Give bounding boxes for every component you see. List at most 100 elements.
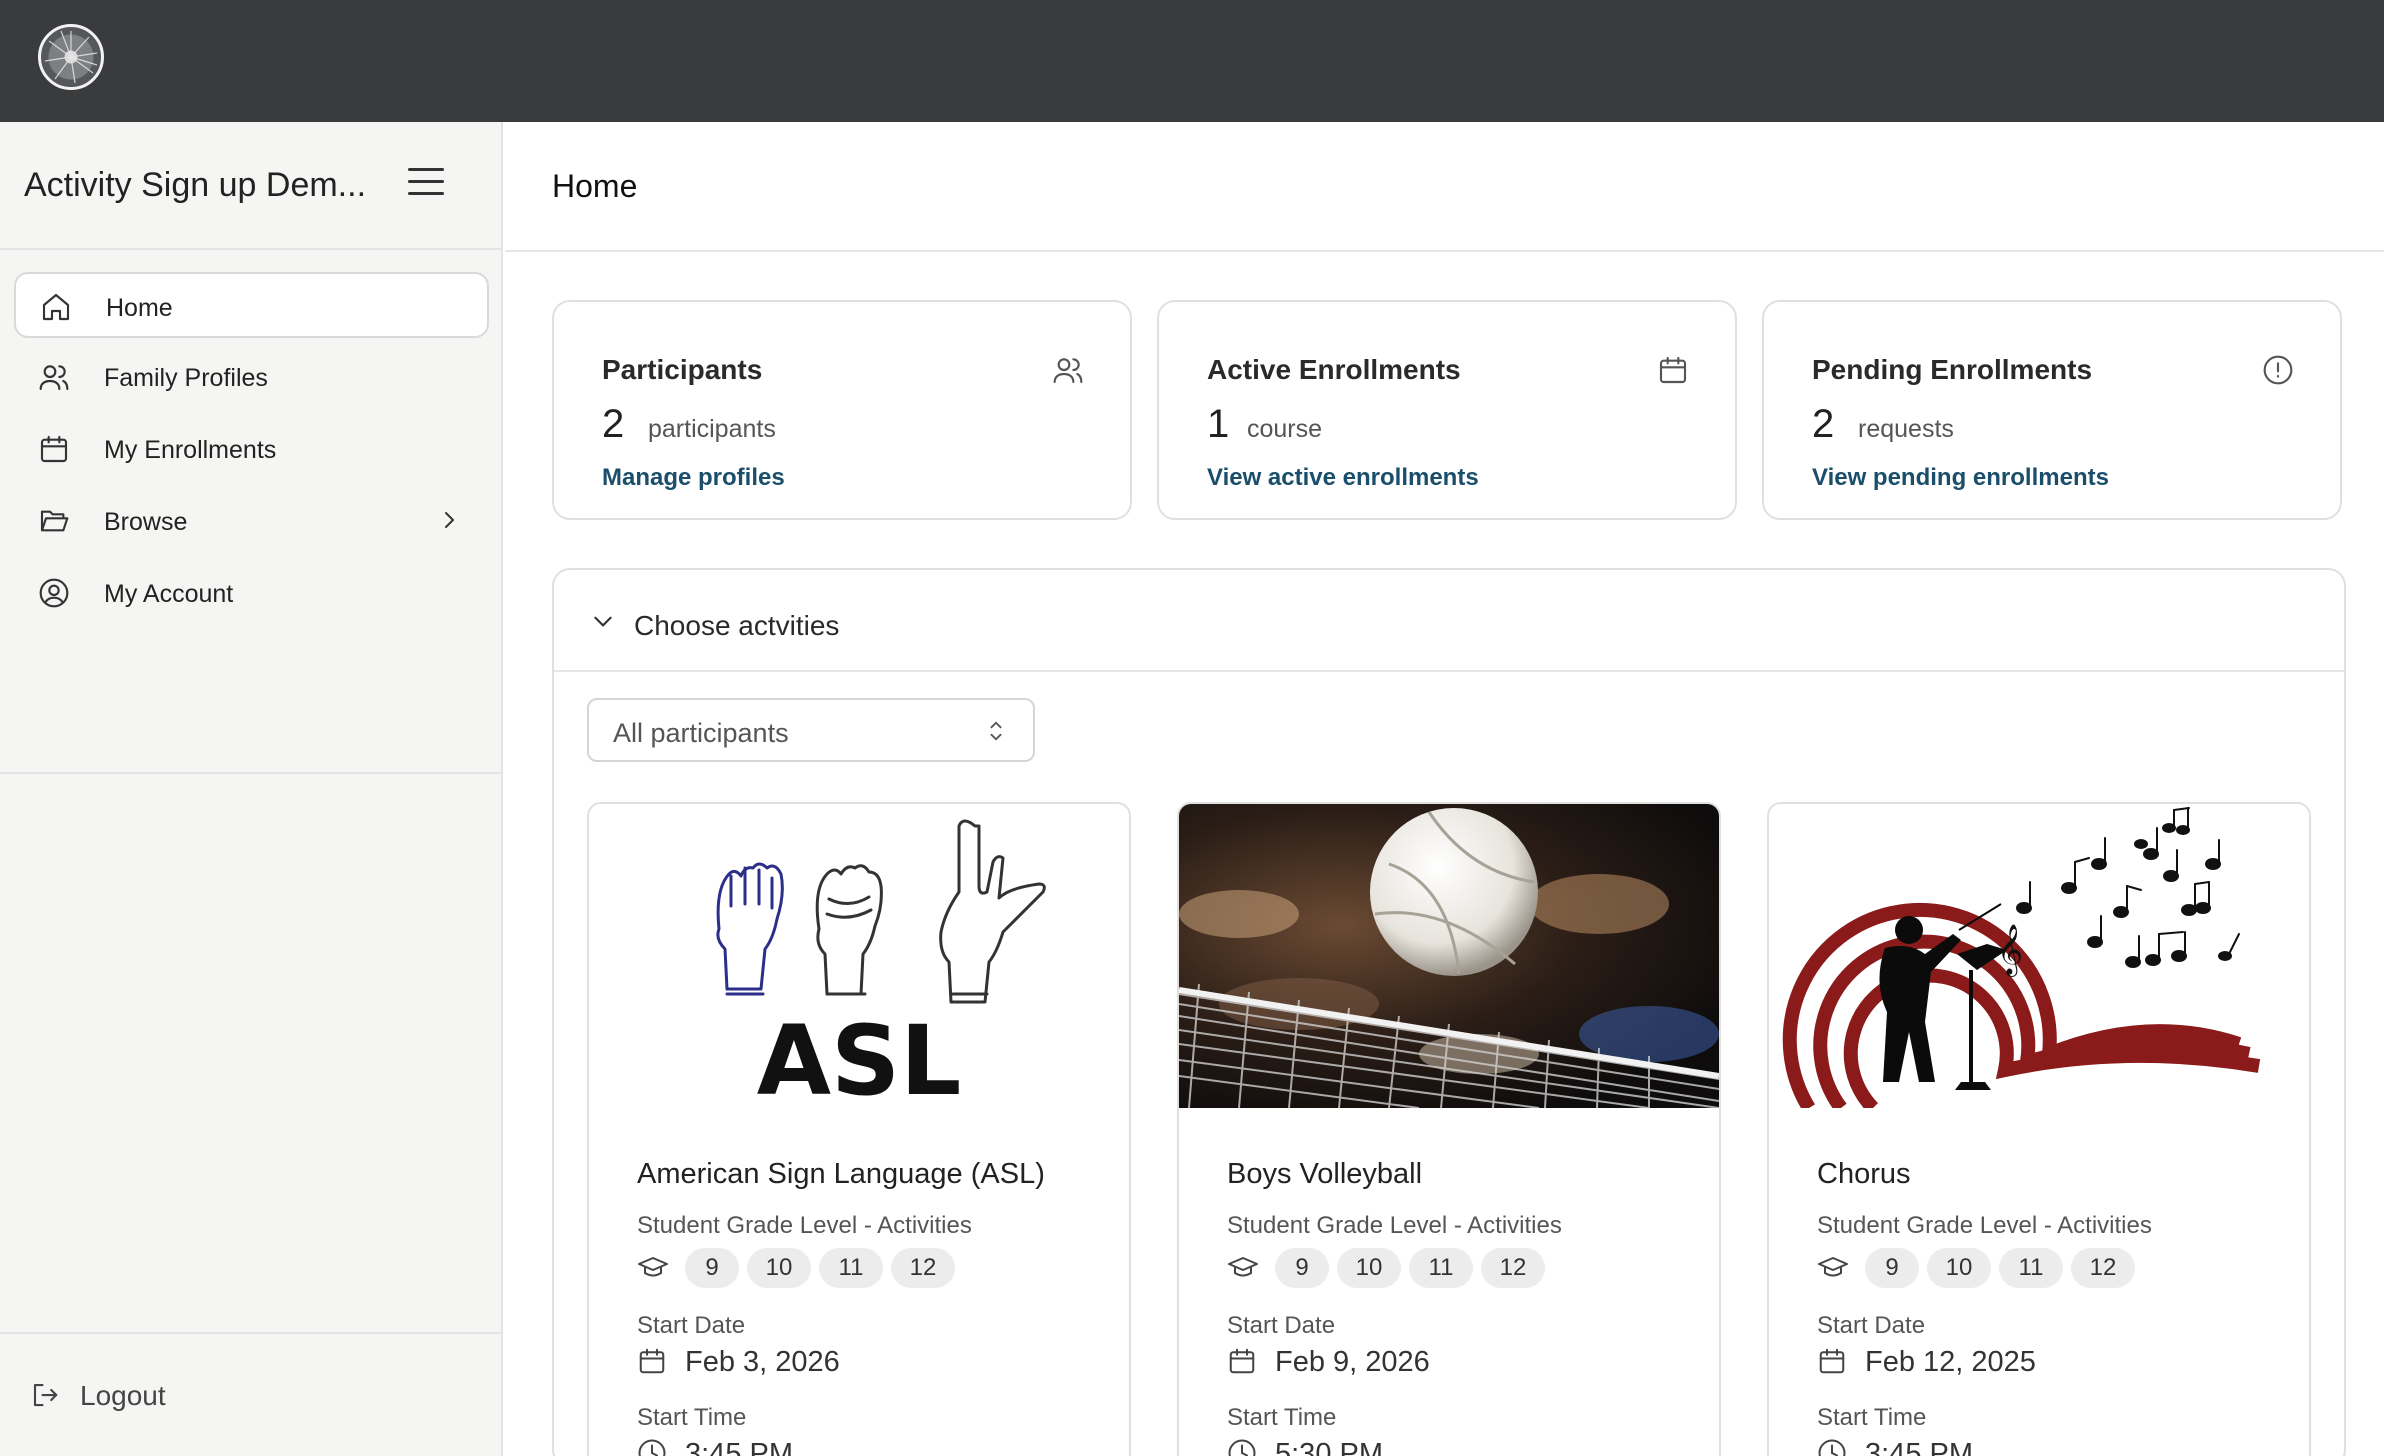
hamburger-line — [408, 168, 444, 171]
sidebar-item-label: My Account — [104, 580, 234, 608]
stat-title: Active Enrollments — [1207, 354, 1461, 385]
activities-panel-title: Choose actvities — [634, 610, 840, 641]
activities-panel: Choose actvities All participants ASL Am… — [552, 568, 2346, 1456]
participant-filter-select[interactable]: All participants — [587, 698, 1035, 762]
start-time-label: Start Time — [1227, 1404, 1337, 1431]
start-time-value: 3:45 PM — [1865, 1438, 1973, 1456]
start-time-label: Start Time — [1817, 1404, 1927, 1431]
activity-card-boys-volleyball[interactable]: Boys Volleyball Student Grade Level - Ac… — [1177, 802, 1721, 1456]
grade-pill: 9 — [1865, 1248, 1919, 1288]
logout-label: Logout — [80, 1380, 166, 1411]
grade-pill: 12 — [891, 1248, 955, 1288]
grade-pill: 10 — [747, 1248, 811, 1288]
grade-pill: 12 — [1481, 1248, 1545, 1288]
app-title: Activity Sign up Dem... — [24, 166, 367, 204]
view-active-enrollments-link[interactable]: View active enrollments — [1207, 464, 1479, 492]
app-logo[interactable] — [38, 24, 104, 90]
pending-enrollments-card: Pending Enrollments 2 requests View pend… — [1762, 300, 2342, 520]
page-header: Home — [505, 122, 2384, 252]
home-icon — [42, 293, 70, 321]
activity-card-asl[interactable]: ASL American Sign Language (ASL) Student… — [587, 802, 1131, 1456]
clock-icon — [638, 1439, 666, 1456]
chevron-down-icon — [594, 616, 612, 627]
stat-count: 1 — [1207, 402, 1230, 446]
grade-pill: 10 — [1337, 1248, 1401, 1288]
activity-name: Chorus — [1817, 1158, 1911, 1190]
grade-level-label: Student Grade Level - Activities — [1227, 1212, 1562, 1239]
hamburger-line — [408, 180, 444, 183]
sidebar-nav: Home Family Profiles My Enrollments Brow… — [0, 272, 503, 632]
clock-icon — [1228, 1439, 1256, 1456]
sidebar-header: Activity Sign up Dem... — [0, 122, 501, 250]
asl-image: ASL — [589, 804, 1129, 1108]
start-date-label: Start Date — [637, 1312, 746, 1339]
activity-name: American Sign Language (ASL) — [637, 1158, 1045, 1190]
chevron-right-icon — [445, 512, 455, 528]
sidebar-item-label: Home — [106, 294, 173, 322]
sidebar-item-label: Browse — [104, 508, 188, 536]
start-time-value: 5:30 PM — [1275, 1438, 1383, 1456]
clock-icon — [1818, 1439, 1846, 1456]
graduation-cap-icon — [638, 1257, 668, 1277]
sidebar-item-my-enrollments[interactable]: My Enrollments — [14, 416, 489, 482]
users-icon — [1053, 358, 1083, 384]
start-date-value: Feb 3, 2026 — [685, 1346, 840, 1378]
page-title: Home — [552, 168, 638, 204]
activity-card-chorus[interactable]: 𝄞 Chorus Student Grade Level - Activitie… — [1767, 802, 2311, 1456]
svg-text:𝄞: 𝄞 — [1997, 924, 2023, 977]
start-date-value: Feb 9, 2026 — [1275, 1346, 1430, 1378]
top-bar — [0, 0, 2384, 122]
grade-pill: 11 — [819, 1248, 883, 1288]
sidebar-item-my-account[interactable]: My Account — [14, 560, 489, 626]
hamburger-line — [408, 192, 444, 195]
grade-pill: 11 — [1409, 1248, 1473, 1288]
stat-title: Pending Enrollments — [1812, 354, 2093, 385]
start-date-label: Start Date — [1817, 1312, 1926, 1339]
divider — [0, 772, 503, 774]
view-pending-enrollments-link[interactable]: View pending enrollments — [1812, 464, 2109, 492]
folder-open-icon — [40, 510, 69, 532]
sidebar: Activity Sign up Dem... Home Family Prof… — [0, 122, 503, 1456]
start-time-label: Start Time — [637, 1404, 747, 1431]
grade-pill: 10 — [1927, 1248, 1991, 1288]
manage-profiles-link[interactable]: Manage profiles — [602, 464, 785, 492]
calendar-icon — [1659, 356, 1687, 384]
active-enrollments-card: Active Enrollments 1 course View active … — [1157, 300, 1737, 520]
users-icon — [39, 365, 69, 391]
graduation-cap-icon — [1228, 1257, 1258, 1277]
chorus-image: 𝄞 — [1769, 804, 2309, 1108]
calendar-icon — [40, 435, 68, 463]
user-circle-icon — [39, 578, 69, 608]
stat-unit: requests — [1858, 415, 1954, 443]
sidebar-item-family-profiles[interactable]: Family Profiles — [14, 344, 489, 410]
sidebar-item-home[interactable]: Home — [14, 272, 489, 338]
grade-level-label: Student Grade Level - Activities — [637, 1212, 972, 1239]
logout-icon — [33, 1383, 58, 1407]
calendar-icon — [1819, 1348, 1845, 1374]
grade-pill: 12 — [2071, 1248, 2135, 1288]
main-content: Home Participants 2 participants Manage … — [505, 122, 2384, 1456]
calendar-icon — [1229, 1348, 1255, 1374]
stat-unit: course — [1247, 415, 1323, 443]
sidebar-footer: Logout — [0, 1332, 503, 1456]
grade-pill: 11 — [1999, 1248, 2063, 1288]
grade-pill: 9 — [685, 1248, 739, 1288]
grade-level-label: Student Grade Level - Activities — [1817, 1212, 2152, 1239]
activities-panel-toggle[interactable]: Choose actvities — [554, 570, 2344, 672]
grade-pill: 9 — [1275, 1248, 1329, 1288]
asl-image-text: ASL — [757, 1005, 962, 1108]
volleyball-image — [1179, 804, 1719, 1108]
stat-count: 2 — [1812, 402, 1835, 446]
sidebar-item-browse[interactable]: Browse — [14, 488, 489, 554]
alert-circle-icon — [2263, 355, 2293, 385]
stat-unit: participants — [648, 415, 776, 443]
participants-card: Participants 2 participants Manage profi… — [552, 300, 1132, 520]
menu-toggle-button[interactable] — [408, 168, 444, 204]
graduation-cap-icon — [1818, 1257, 1848, 1277]
sidebar-item-label: Family Profiles — [104, 364, 268, 392]
stat-count: 2 — [602, 402, 625, 446]
sidebar-item-label: My Enrollments — [104, 436, 277, 464]
start-time-value: 3:45 PM — [685, 1438, 793, 1456]
start-date-label: Start Date — [1227, 1312, 1336, 1339]
calendar-icon — [639, 1348, 665, 1374]
